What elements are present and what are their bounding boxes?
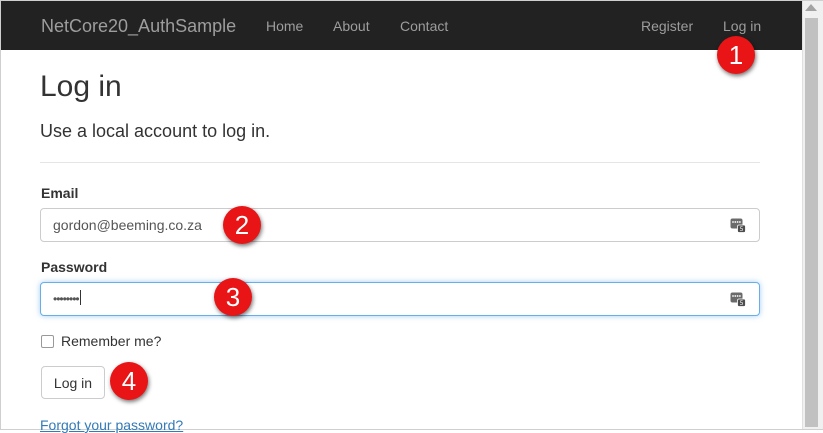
annotation-marker-1: 1 xyxy=(717,36,755,74)
login-submit-button[interactable]: Log in xyxy=(41,366,105,399)
nav-login-link[interactable]: Log in xyxy=(723,18,761,34)
page-subtitle: Use a local account to log in. xyxy=(40,121,271,141)
remember-me-label[interactable]: Remember me? xyxy=(61,333,161,349)
annotation-marker-4: 4 xyxy=(110,362,148,400)
password-mask: •••••••• xyxy=(53,290,81,306)
brand-link[interactable]: NetCore20_AuthSample xyxy=(41,16,236,37)
nav-contact-link[interactable]: Contact xyxy=(400,18,448,34)
svg-text:5: 5 xyxy=(740,226,744,233)
top-navbar: NetCore20_AuthSample Home About Contact … xyxy=(1,1,802,50)
password-field[interactable]: •••••••• 5 xyxy=(40,282,760,316)
password-manager-icon[interactable]: 5 xyxy=(730,217,746,233)
nav-home-link[interactable]: Home xyxy=(266,18,303,34)
password-label: Password xyxy=(41,259,108,275)
svg-text:5: 5 xyxy=(740,300,744,307)
forgot-password-link[interactable]: Forgot your password? xyxy=(40,417,183,433)
annotation-marker-2: 2 xyxy=(223,206,261,244)
email-label: Email xyxy=(41,185,79,201)
scroll-up-arrow-icon[interactable] xyxy=(805,4,817,11)
scrollbar-thumb[interactable] xyxy=(805,18,818,427)
annotation-marker-3: 3 xyxy=(214,278,252,316)
nav-register-link[interactable]: Register xyxy=(641,18,693,34)
text-caret xyxy=(79,290,81,305)
remember-me-checkbox[interactable] xyxy=(41,335,54,348)
email-field[interactable]: gordon@beeming.co.za 5 xyxy=(40,208,760,242)
divider xyxy=(40,162,760,163)
page-title: Log in xyxy=(40,70,122,103)
email-value: gordon@beeming.co.za xyxy=(53,217,202,233)
password-manager-icon[interactable]: 5 xyxy=(730,291,746,307)
nav-about-link[interactable]: About xyxy=(333,18,370,34)
